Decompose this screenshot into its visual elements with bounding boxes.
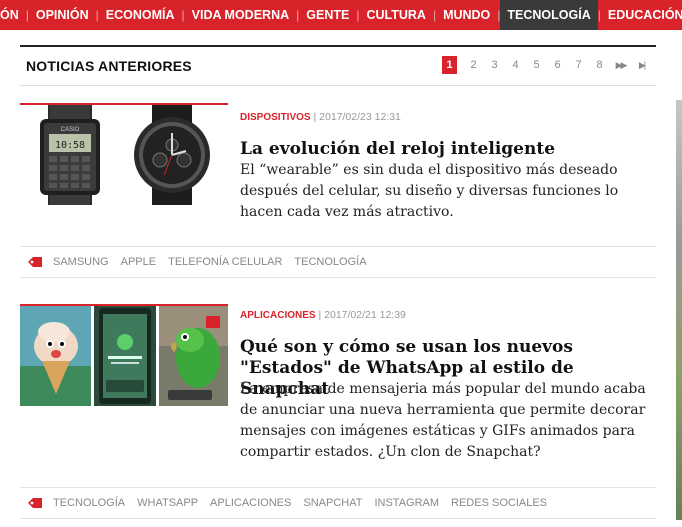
tag-link[interactable]: WHATSAPP [137, 497, 198, 509]
page-current[interactable]: 1 [442, 56, 457, 74]
tag-link[interactable]: SNAPCHAT [303, 497, 362, 509]
fast-forward-icon[interactable]: ▶▶ [610, 60, 631, 71]
smartwatches-image: CASIO 10:58 [20, 105, 228, 205]
article-datetime: 2017/02/21 12:39 [324, 309, 406, 321]
article-title[interactable]: La evolución del reloj inteligente [240, 139, 660, 160]
tag-link[interactable]: APLICACIONES [210, 497, 291, 509]
article-excerpt: El “wearable” es sin duda el dispositivo… [240, 162, 619, 220]
watch-brand: CASIO [61, 127, 80, 133]
article-meta: DISPOSITIVOS | 2017/02/23 12:31 [240, 111, 401, 123]
nav-items: ÓN | OPINIÓN | ECONOMÍA | VIDA MODERNA | GENTE | C… [0, 0, 682, 30]
article-category[interactable]: APLICACIONES [240, 310, 316, 321]
skip-to-end-icon[interactable]: ▶| [631, 60, 652, 71]
pagination: 1 2 3 4 5 6 7 8 ▶▶ ▶| [442, 56, 652, 74]
tag-list: TECNOLOGÍA WHATSAPP APLICACIONES SNAPCHAT IN… [53, 497, 559, 509]
article-thumbnail-smartwatches[interactable]: CASIO 10:58 [20, 103, 228, 205]
article-category[interactable]: DISPOSITIVOS [240, 112, 311, 123]
nav-item-opinión[interactable]: OPINIÓN [29, 0, 96, 30]
page-link[interactable]: 7 [568, 59, 589, 71]
tag-list: SAMSUNG APPLE TELEFONÍA CELULAR TECNOLOGÍA [53, 256, 379, 268]
nav-item-gente[interactable]: GENTE [299, 0, 356, 30]
nav-item-educación[interactable]: EDUCACIÓN [601, 0, 682, 30]
nav-item-ón[interactable]: ÓN [0, 0, 26, 30]
tag-link[interactable]: TECNOLOGÍA [294, 256, 366, 268]
sidebar-edge-image [676, 100, 682, 520]
page-link[interactable]: 8 [589, 59, 610, 71]
section-title: NOTICIAS ANTERIORES [26, 58, 192, 74]
page-link[interactable]: 2 [463, 59, 484, 71]
top-navigation-bar: ÓN | OPINIÓN | ECONOMÍA | VIDA MODERNA | GENTE | C… [0, 0, 682, 30]
tag-link[interactable]: TELEFONÍA CELULAR [168, 256, 282, 268]
page-link[interactable]: 4 [505, 59, 526, 71]
tag-link[interactable]: INSTAGRAM [374, 497, 439, 509]
meta-separator: | [313, 111, 317, 123]
article-datetime: 2017/02/23 12:31 [319, 111, 401, 123]
nav-item-mundo[interactable]: MUNDO [436, 0, 497, 30]
page-link[interactable]: 5 [526, 59, 547, 71]
article-tags: SAMSUNG APPLE TELEFONÍA CELULAR TECNOLOGÍA [20, 246, 656, 278]
article-thumbnail-whatsapp-status[interactable] [20, 304, 228, 406]
meta-separator: | [318, 309, 322, 321]
tag-link[interactable]: APPLE [121, 256, 156, 268]
watch-time: 10:58 [55, 140, 85, 151]
tag-icon [28, 257, 42, 267]
nav-item-tecnología[interactable]: TECNOLOGÍA [500, 0, 598, 30]
tag-icon [28, 498, 42, 508]
nav-item-vida-moderna[interactable]: VIDA MODERNA [185, 0, 296, 30]
article-meta: APLICACIONES | 2017/02/21 12:39 [240, 309, 406, 321]
tag-link[interactable]: SAMSUNG [53, 256, 109, 268]
article-tags: TECNOLOGÍA WHATSAPP APLICACIONES SNAPCHAT IN… [20, 487, 656, 519]
tag-link[interactable]: REDES SOCIALES [451, 497, 547, 509]
article-excerpt: La empresa de mensajeria más popular del… [240, 381, 646, 460]
page-link[interactable]: 3 [484, 59, 505, 71]
tag-link[interactable]: TECNOLOGÍA [53, 497, 125, 509]
nav-item-cultura[interactable]: CULTURA [359, 0, 432, 30]
whatsapp-status-image [20, 306, 228, 406]
page-link[interactable]: 6 [547, 59, 568, 71]
nav-item-economía[interactable]: ECONOMÍA [99, 0, 182, 30]
section-header: NOTICIAS ANTERIORES 1 2 3 4 5 6 7 8 ▶▶ ▶| [20, 45, 656, 86]
